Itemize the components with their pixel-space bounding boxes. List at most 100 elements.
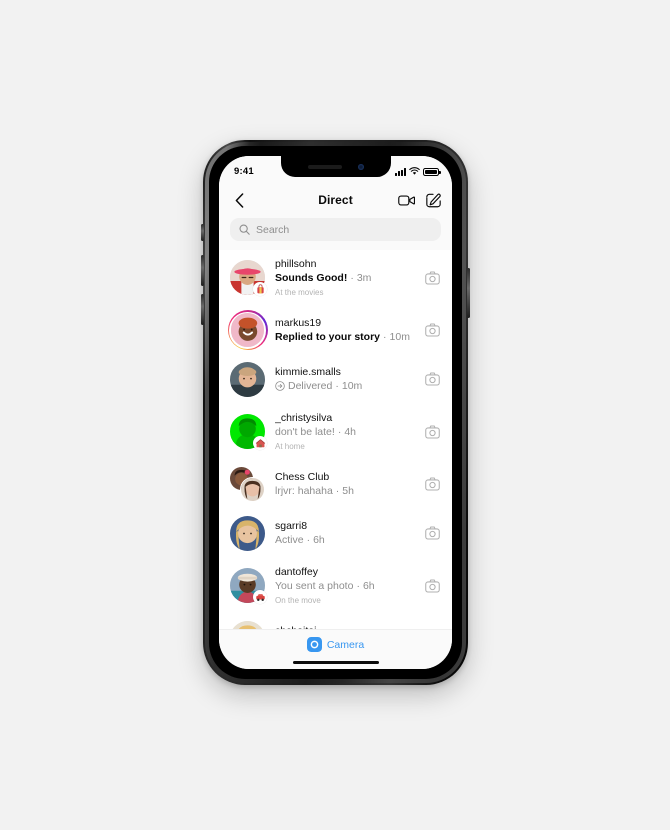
avatar[interactable]: [230, 414, 267, 451]
phone-bezel: 9:41 Direct Search phillsohn Sounds Good…: [209, 146, 462, 679]
delivered-arrow-icon: [275, 381, 285, 392]
phone-screen: 9:41 Direct Search phillsohn Sounds Good…: [219, 156, 452, 669]
wifi-icon: [409, 167, 420, 175]
video-camera-icon[interactable]: [398, 194, 415, 207]
avatar[interactable]: [230, 568, 267, 605]
earpiece-speaker-icon: [307, 164, 342, 169]
camera-icon[interactable]: [425, 477, 440, 491]
conversation-username: phillsohn: [275, 258, 317, 270]
volume-down-button[interactable]: [201, 294, 204, 325]
story-ring[interactable]: [227, 310, 268, 351]
list-item[interactable]: markus19 Replied to your story · 10m: [219, 306, 452, 355]
camera-icon[interactable]: [425, 425, 440, 439]
search-input[interactable]: Search: [230, 218, 441, 241]
preview-time: 6h: [362, 579, 375, 592]
preview-separator: ·: [335, 380, 339, 393]
conversation-username: dantoffey: [275, 565, 319, 578]
camera-button[interactable]: Camera: [306, 637, 365, 652]
preview-time: 10m: [389, 331, 410, 344]
avatar-image: [230, 515, 265, 551]
avatar[interactable]: [227, 310, 268, 351]
preview-text: Active: [275, 533, 304, 546]
status-bar-indicators: [395, 164, 441, 176]
conversation-note: At the movies: [275, 287, 324, 297]
list-item[interactable]: phillsohn Sounds Good! · 3m At the movie…: [219, 250, 452, 306]
conversation-preview: Active · 6h: [275, 533, 415, 548]
preview-separator: ·: [350, 272, 354, 285]
camera-icon[interactable]: [425, 323, 440, 337]
search-section: Search: [219, 216, 452, 250]
chevron-left-icon[interactable]: [230, 191, 248, 209]
search-placeholder: Search: [256, 223, 290, 236]
battery-full-icon: [423, 167, 441, 176]
avatar[interactable]: [230, 361, 265, 397]
status-badge: [253, 282, 267, 297]
avatar-image: [230, 620, 265, 629]
list-item-content: kimmie.smalls Delivered · 10m: [275, 365, 415, 394]
preview-text: Sounds Good!: [275, 272, 348, 285]
cellular-bars-icon: [395, 167, 406, 176]
preview-separator: ·: [335, 484, 340, 497]
preview-separator: ·: [383, 331, 387, 344]
power-button[interactable]: [467, 268, 470, 318]
preview-time: 4h: [344, 426, 356, 439]
home-indicator[interactable]: [292, 660, 379, 664]
phone-device-frame: 9:41 Direct Search phillsohn Sounds Good…: [201, 140, 470, 685]
list-item-content: dantoffey You sent a photo · 6h On the m…: [275, 565, 415, 607]
conversation-username: Chess Club: [275, 470, 330, 483]
avatar[interactable]: [230, 260, 267, 297]
preview-time: 3m: [356, 272, 372, 285]
camera-icon[interactable]: [425, 579, 440, 593]
conversation-list[interactable]: phillsohn Sounds Good! · 3m At the movie…: [219, 250, 452, 629]
conversation-note: On the move: [275, 595, 321, 605]
preview-time: 6h: [313, 533, 325, 546]
conversation-username: markus19: [275, 316, 322, 329]
preview-text: You sent a photo: [275, 579, 354, 592]
camera-icon[interactable]: [425, 372, 440, 386]
list-item-content: _christysilva don't be late! · 4h At hom…: [275, 411, 415, 453]
status-badge: [253, 436, 267, 451]
conversation-preview: Sounds Good! · 3m: [275, 271, 415, 286]
navigation-bar: Direct: [219, 184, 452, 216]
conversation-preview: don't be late! · 4h: [275, 425, 415, 440]
preview-text: lrjvr: hahaha: [275, 484, 333, 497]
avatar[interactable]: [230, 620, 265, 629]
list-item[interactable]: sgarri8 Active · 6h: [219, 509, 452, 558]
status-badge: [253, 590, 267, 605]
list-item-content: phillsohn Sounds Good! · 3m At the movie…: [275, 257, 415, 299]
camera-icon[interactable]: [425, 271, 440, 285]
avatar-image: [230, 361, 265, 397]
avatar[interactable]: [230, 515, 265, 551]
front-camera-icon: [357, 163, 364, 170]
list-item-content: markus19 Replied to your story · 10m: [275, 316, 415, 345]
volume-up-button[interactable]: [201, 255, 204, 286]
conversation-preview: Replied to your story · 10m: [275, 330, 415, 345]
list-item[interactable]: kimmie.smalls Delivered · 10m: [219, 355, 452, 404]
avatar-image: [230, 313, 265, 348]
silent-switch-button[interactable]: [201, 224, 204, 241]
list-item-content: sgarri8 Active · 6h: [275, 519, 415, 548]
preview-text: Delivered: [288, 380, 333, 393]
preview-separator: ·: [356, 579, 360, 592]
camera-icon[interactable]: [425, 526, 440, 540]
conversation-username: sgarri8: [275, 519, 308, 532]
preview-text: don't be late!: [275, 426, 335, 439]
avatar-group[interactable]: [230, 466, 265, 502]
preview-separator: ·: [306, 533, 311, 546]
preview-time: 5h: [342, 484, 354, 497]
screenshot-canvas: 9:41 Direct Search phillsohn Sounds Good…: [0, 0, 670, 830]
avatar-image: [240, 476, 265, 502]
list-item[interactable]: chchoitoi such a purday photo!!! · 6h: [219, 614, 452, 629]
list-item[interactable]: _christysilva don't be late! · 4h At hom…: [219, 404, 452, 460]
preview-text: Replied to your story: [275, 331, 381, 344]
list-item[interactable]: Chess Club lrjvr: hahaha · 5h: [219, 460, 452, 509]
display-notch: [280, 156, 391, 177]
conversation-preview: You sent a photo · 6h: [275, 579, 415, 594]
compose-pencil-icon[interactable]: [426, 193, 441, 208]
conversation-preview: lrjvr: hahaha · 5h: [275, 484, 415, 499]
conversation-username: kimmie.smalls: [275, 365, 341, 378]
search-icon: [239, 224, 250, 235]
list-item[interactable]: dantoffey You sent a photo · 6h On the m…: [219, 558, 452, 614]
camera-app-icon: [306, 637, 322, 652]
camera-button-label: Camera: [326, 638, 365, 651]
